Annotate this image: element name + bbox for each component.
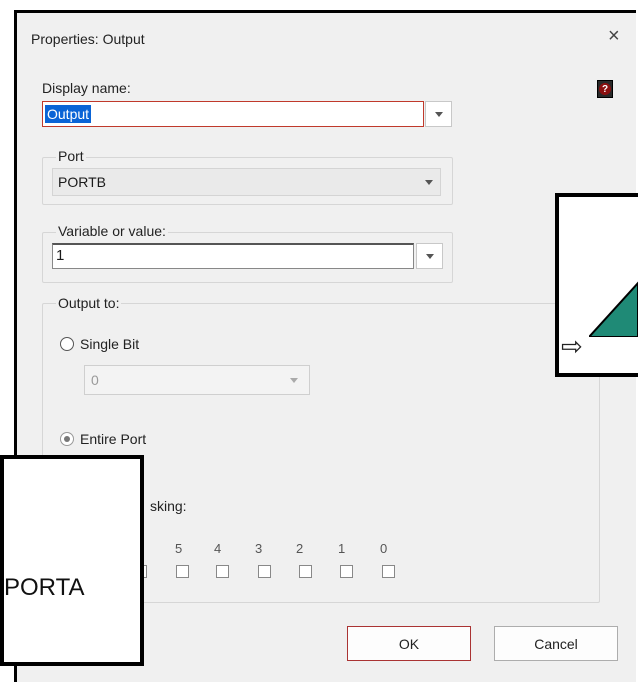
entire-port-radio[interactable] — [60, 432, 74, 446]
port-value: PORTB — [58, 174, 106, 190]
masking-label: sking: — [150, 498, 187, 514]
single-bit-label: Single Bit — [80, 336, 140, 352]
arrow-right-icon: ⇨ — [561, 331, 583, 361]
chevron-down-icon — [425, 253, 434, 259]
bit-number-2: 2 — [296, 541, 304, 556]
bit-number-1: 1 — [338, 541, 346, 556]
teal-triangle-icon — [589, 281, 638, 337]
close-icon[interactable]: × — [608, 26, 620, 46]
zoom-callout-porta: PORTA — [0, 455, 144, 666]
bit-checkbox-2[interactable] — [299, 565, 312, 578]
display-name-dropdown-button[interactable] — [425, 101, 452, 127]
port-select[interactable]: PORTB — [52, 168, 441, 196]
chevron-down-icon — [425, 180, 433, 185]
chevron-down-icon — [290, 378, 298, 383]
zoom-label-porta: PORTA — [4, 574, 85, 601]
display-name-input[interactable]: Output — [42, 101, 424, 127]
help-button[interactable]: ? — [597, 80, 613, 98]
display-name-value: Output — [45, 105, 92, 123]
port-legend: Port — [56, 148, 86, 164]
help-icon: ? — [599, 83, 611, 95]
bit-checkbox-4[interactable] — [216, 565, 229, 578]
variable-value: 1 — [56, 247, 65, 264]
single-bit-radio[interactable] — [60, 337, 74, 351]
bit-checkbox-5[interactable] — [176, 565, 189, 578]
bit-checkbox-1[interactable] — [340, 565, 353, 578]
output-to-legend: Output to: — [56, 295, 122, 311]
cancel-button[interactable]: Cancel — [494, 626, 618, 661]
bit-checkbox-3[interactable] — [258, 565, 271, 578]
bit-number-3: 3 — [255, 541, 263, 556]
variable-legend: Variable or value: — [56, 223, 168, 239]
single-bit-value: 0 — [91, 372, 99, 388]
entire-port-label: Entire Port — [80, 431, 147, 447]
variable-input[interactable]: 1 — [52, 243, 414, 269]
display-name-label: Display name: — [42, 80, 131, 96]
bit-number-0: 0 — [380, 541, 388, 556]
dialog-title: Properties: Output — [31, 31, 145, 47]
bit-checkbox-0[interactable] — [382, 565, 395, 578]
zoom-callout-arrow: ⇨ — [555, 193, 638, 377]
bit-number-4: 4 — [214, 541, 222, 556]
single-bit-select[interactable]: 0 — [84, 365, 310, 395]
chevron-down-icon — [434, 111, 443, 117]
bit-number-5: 5 — [175, 541, 183, 556]
ok-button[interactable]: OK — [347, 626, 471, 661]
variable-dropdown-button[interactable] — [416, 243, 443, 269]
